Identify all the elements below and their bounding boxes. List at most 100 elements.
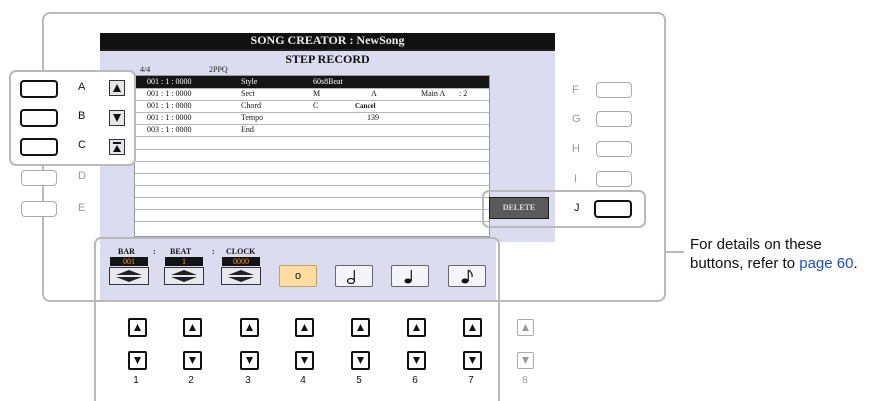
screen-title: SONG CREATOR : NewSong	[250, 33, 405, 47]
button-d[interactable]	[21, 170, 57, 186]
event-value: 139	[367, 113, 379, 122]
event-type: Tempo	[241, 113, 264, 122]
button-b[interactable]	[20, 109, 58, 127]
triangle-up-icon	[189, 324, 196, 331]
empty-row-line	[135, 209, 489, 210]
panel-number-5: 5	[356, 375, 362, 386]
empty-row-line	[135, 173, 489, 174]
event-value: Main A	[421, 89, 446, 98]
panel-up-button-3[interactable]	[240, 318, 259, 337]
triangle-up-icon	[113, 84, 121, 92]
whole-note-icon: o	[294, 270, 302, 282]
button-h[interactable]	[596, 141, 632, 157]
panel-down-button-1[interactable]	[128, 351, 147, 370]
eighth-note-button[interactable]	[448, 265, 486, 287]
triangle-up-icon	[246, 324, 253, 331]
separator: :	[153, 247, 156, 256]
triangle-down-icon	[413, 357, 420, 364]
scroll-down-button-highlight[interactable]	[109, 110, 125, 126]
button-j[interactable]	[594, 200, 632, 218]
triangle-up-icon	[413, 324, 420, 331]
button-e[interactable]	[21, 201, 57, 217]
panel-up-button-6[interactable]	[407, 318, 426, 337]
event-list[interactable]: 001 : 1 : 0000 Style 60s8Beat 001 : 1 : …	[134, 75, 490, 237]
event-position: 001 : 1 : 0000	[147, 113, 192, 122]
panel-down-button-4[interactable]	[295, 351, 314, 370]
event-type: Sect	[241, 89, 255, 98]
button-a[interactable]	[20, 80, 58, 98]
event-value: A	[371, 89, 377, 98]
event-position: 001 : 1 : 0000	[147, 89, 192, 98]
button-d-label: D	[78, 170, 86, 182]
quarter-note-button[interactable]	[391, 265, 429, 287]
panel-up-button-7[interactable]	[463, 318, 482, 337]
panel-down-button-5[interactable]	[351, 351, 370, 370]
panel-down-button-6[interactable]	[407, 351, 426, 370]
whole-note-button[interactable]: o	[279, 265, 317, 287]
jump-to-top-icon	[113, 142, 121, 152]
triangle-down-icon	[469, 357, 476, 364]
up-down-arrows-icon	[171, 270, 197, 282]
button-h-label: H	[572, 143, 580, 155]
panel-number-2: 2	[188, 375, 194, 386]
event-value: : 2	[459, 89, 468, 98]
button-i[interactable]	[596, 171, 632, 187]
triangle-down-icon	[189, 357, 196, 364]
clock-stepper[interactable]	[221, 267, 261, 285]
event-type: Chord	[241, 101, 261, 110]
event-value: Cancel	[355, 102, 376, 110]
button-i-label: I	[574, 173, 578, 185]
half-note-button[interactable]	[335, 265, 373, 287]
panel-down-button-7[interactable]	[463, 351, 482, 370]
bar-value: 001	[110, 257, 148, 266]
page-link[interactable]: page 60	[799, 255, 853, 272]
panel-up-button-2[interactable]	[183, 318, 202, 337]
up-down-arrows-icon	[116, 270, 142, 282]
panel-down-button-3[interactable]	[240, 351, 259, 370]
button-c-label: C	[78, 139, 86, 151]
triangle-down-icon	[301, 357, 308, 364]
event-type: End	[241, 125, 254, 134]
button-g[interactable]	[596, 111, 632, 127]
event-row[interactable]: 003 : 1 : 0000 End	[135, 124, 489, 137]
time-signature: 4/4	[140, 65, 151, 74]
panel-number-1: 1	[133, 375, 139, 386]
beat-stepper[interactable]	[164, 267, 204, 285]
resolution: 2PPQ	[209, 65, 228, 74]
bar-label: BAR	[118, 247, 135, 256]
button-e-label: E	[78, 202, 86, 214]
event-type: Style	[241, 77, 258, 86]
event-position: 001 : 1 : 0000	[147, 77, 192, 86]
half-note-icon	[346, 270, 356, 285]
button-j-label: J	[574, 202, 580, 214]
triangle-up-icon	[522, 324, 529, 331]
panel-up-button-4[interactable]	[295, 318, 314, 337]
scroll-up-button-highlight[interactable]	[109, 80, 125, 96]
triangle-down-icon	[134, 357, 141, 364]
delete-button[interactable]: DELETE	[489, 197, 549, 219]
panel-down-button-2[interactable]	[183, 351, 202, 370]
panel-up-button-8[interactable]	[517, 319, 534, 336]
clock-value: 0000	[222, 257, 260, 266]
event-value: C	[313, 101, 319, 110]
triangle-down-icon	[522, 357, 529, 364]
beat-value: 1	[165, 257, 203, 266]
panel-up-button-1[interactable]	[128, 318, 147, 337]
triangle-down-icon	[357, 357, 364, 364]
event-position: 001 : 1 : 0000	[147, 101, 192, 110]
panel-up-button-5[interactable]	[351, 318, 370, 337]
empty-row-line	[135, 161, 489, 162]
button-c[interactable]	[20, 138, 58, 156]
panel-number-6: 6	[412, 375, 418, 386]
scroll-top-button-highlight[interactable]	[109, 139, 125, 155]
triangle-down-icon	[113, 114, 121, 122]
bar-stepper[interactable]	[109, 267, 149, 285]
note-end: .	[853, 255, 858, 272]
separator: :	[212, 247, 215, 256]
button-f[interactable]	[596, 82, 632, 98]
callout-line	[664, 251, 684, 253]
panel-down-button-8[interactable]	[517, 352, 534, 369]
panel-number-3: 3	[245, 375, 251, 386]
button-b-label: B	[78, 110, 86, 122]
panel-number-8: 8	[522, 375, 528, 386]
